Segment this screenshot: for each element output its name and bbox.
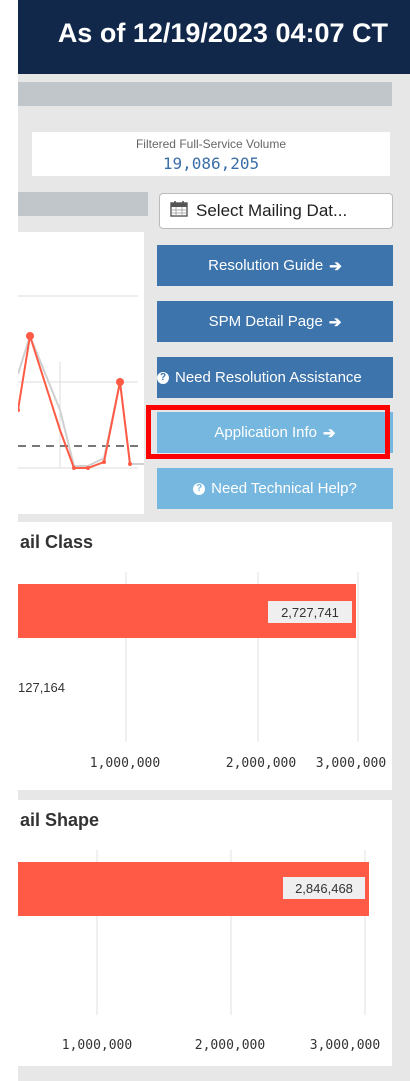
series-point	[86, 466, 90, 470]
mail-class-chart: 2,727,741 127,164 1,000,000 2,000,000 3,…	[18, 572, 386, 771]
header-title: As of 12/19/2023 04:07 CT	[57, 18, 388, 48]
resolution-guide-label: Resolution Guide	[208, 257, 324, 274]
mail-shape-chart: 2,846,468 1,000,000 2,000,000 3,000,000	[18, 850, 380, 1053]
highlight-box	[146, 405, 390, 459]
trend-chart	[18, 232, 144, 514]
x-tick-label: 1,000,000	[62, 1038, 132, 1053]
need-resolution-button[interactable]: ? Need Resolution Assistance	[157, 357, 393, 398]
volume-value: 19,086,205	[162, 154, 260, 173]
arrow-right-icon: ➔	[328, 313, 342, 331]
bar-label: 2,846,468	[295, 881, 353, 896]
second-bar-label: 127,164	[18, 680, 65, 695]
mail-shape-card: ail Shape 2,846,468 1,000,000 2,000,000 …	[18, 800, 392, 1066]
left-strip	[0, 0, 19, 1081]
calendar-icon	[170, 200, 188, 222]
header-bar: As of 12/19/2023 04:07 CT	[18, 0, 410, 74]
spm-detail-label: SPM Detail Page	[208, 313, 323, 330]
resolution-guide-button[interactable]: Resolution Guide ➔	[157, 245, 393, 286]
x-tick-label: 3,000,000	[316, 756, 386, 771]
trend-chart-svg	[18, 295, 144, 470]
x-tick-label: 2,000,000	[195, 1038, 265, 1053]
technical-help-label: Need Technical Help?	[211, 480, 357, 497]
filter-bar	[18, 82, 392, 106]
series-point	[72, 466, 76, 470]
series-point	[128, 462, 132, 466]
mailing-date-label: Select Mailing Dat...	[196, 201, 348, 220]
bar-label: 2,727,741	[281, 605, 339, 620]
series-point	[26, 332, 34, 340]
question-icon: ?	[157, 371, 169, 384]
question-icon: ?	[193, 482, 206, 495]
need-resolution-label: Need Resolution Assistance	[175, 369, 362, 386]
series-point	[102, 460, 106, 464]
arrow-right-icon: ➔	[329, 257, 342, 275]
dashboard-panel: As of 12/19/2023 04:07 CT Filtered Full-…	[18, 0, 410, 1081]
volume-card: Filtered Full-Service Volume 19,086,205	[32, 132, 390, 176]
spm-detail-button[interactable]: SPM Detail Page ➔	[157, 301, 393, 342]
mailing-date-picker[interactable]: Select Mailing Dat...	[159, 193, 393, 229]
trend-chart-header	[18, 192, 148, 216]
volume-label: Filtered Full-Service Volume	[135, 137, 287, 151]
x-tick-label: 2,000,000	[226, 756, 296, 771]
mail-class-card: ail Class 2,727,741 127,164 1,000,000 2,…	[18, 522, 392, 790]
x-tick-label: 1,000,000	[90, 756, 160, 771]
series-point	[18, 408, 20, 412]
series-point	[116, 378, 124, 386]
x-tick-label: 3,000,000	[310, 1038, 380, 1053]
technical-help-button[interactable]: ? Need Technical Help?	[157, 468, 393, 509]
series-red	[18, 335, 131, 469]
